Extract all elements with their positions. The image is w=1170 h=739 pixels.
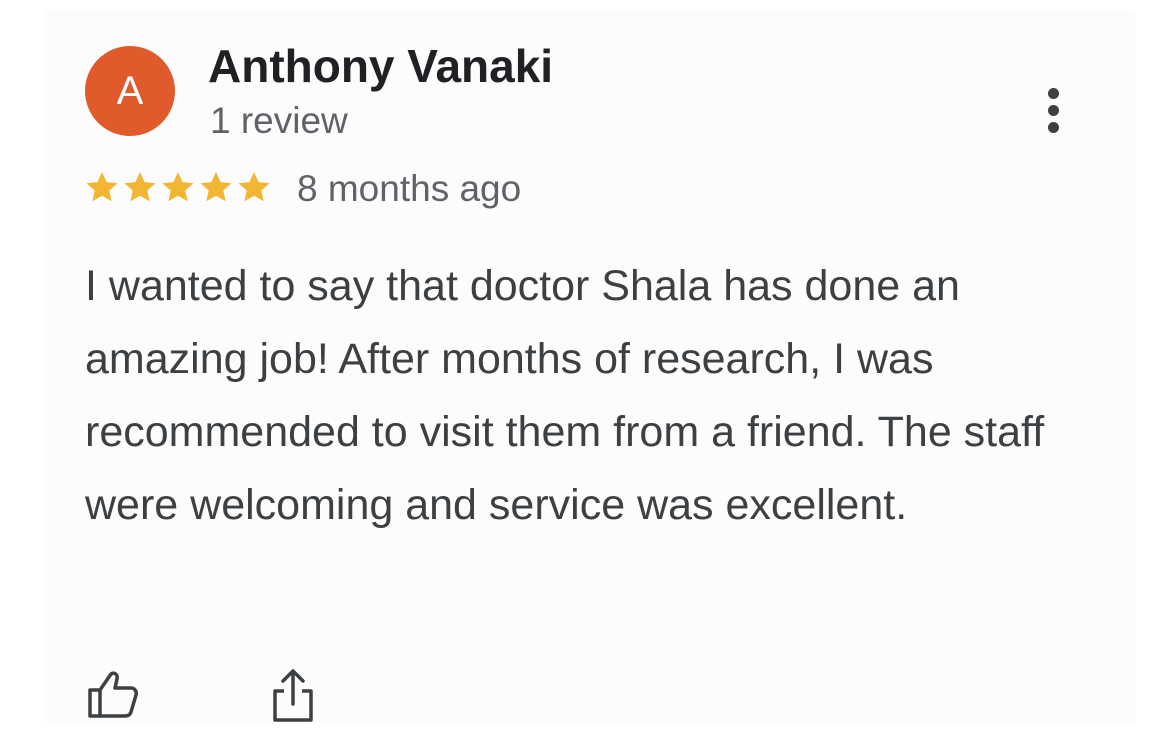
review-time: 8 months ago: [297, 168, 522, 209]
star-icon: [86, 171, 118, 202]
star-icon: [124, 171, 156, 202]
star-icon: [200, 171, 232, 202]
reviewer-name[interactable]: Anthony Vanaki: [208, 40, 553, 92]
like-button[interactable]: [87, 670, 139, 718]
star-icon: [162, 171, 194, 202]
share-button[interactable]: [270, 668, 316, 724]
review-text: I wanted to say that doctor Shala has do…: [85, 262, 1045, 529]
share-icon: [273, 669, 313, 722]
thumb-up-icon: [88, 671, 138, 718]
star-icon: [238, 171, 270, 202]
review-card: A Anthony Vanaki 1 review 8 months ago I…: [45, 10, 1135, 723]
avatar-initial: A: [116, 68, 144, 113]
more-options-button[interactable]: [1030, 80, 1080, 140]
review-count: 1 review: [210, 100, 348, 141]
star-rating: [83, 168, 273, 206]
avatar[interactable]: A: [85, 46, 175, 136]
